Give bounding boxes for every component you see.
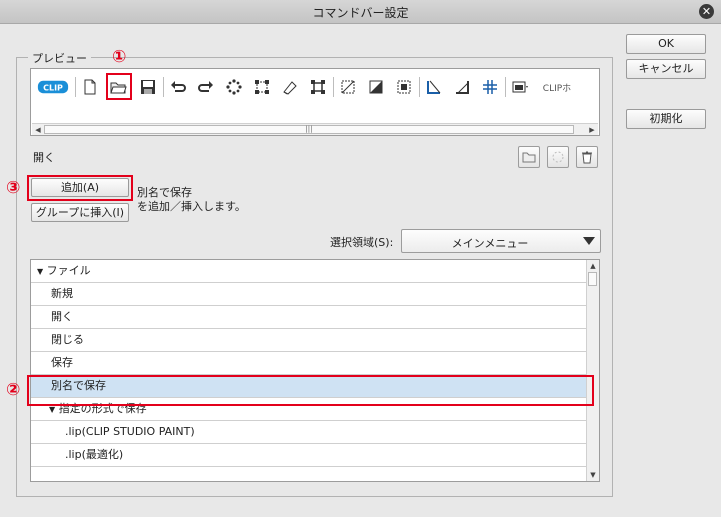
description-line-2: を追加／挿入します。 (137, 200, 246, 213)
command-tree: ▼ ファイル 新規 開く 閉じる 保存 別名で保存 ▼ 指定の形式で保存 .li… (30, 259, 600, 482)
window-title: コマンドバー設定 (312, 6, 409, 20)
new-file-icon[interactable] (79, 76, 101, 98)
highlight-box-1 (106, 73, 132, 100)
vertical-scrollbar[interactable]: ▲ ▼ (586, 260, 599, 481)
tree-row-close[interactable]: 閉じる (31, 329, 588, 352)
scroll-up-icon[interactable]: ▲ (587, 260, 599, 272)
select-area-label: 選択領域(S): (330, 236, 394, 249)
cancel-button[interactable]: キャンセル (626, 59, 706, 79)
scroll-right-icon[interactable]: ▶ (586, 124, 598, 135)
ok-button[interactable]: OK (626, 34, 706, 54)
tree-row-save[interactable]: 保存 (31, 352, 588, 375)
preview-legend: プレビュー (28, 50, 91, 66)
expand-arrow-icon[interactable]: ▼ (37, 267, 43, 276)
scroll-down-icon[interactable]: ▼ (587, 469, 599, 481)
clear-icon[interactable] (279, 76, 301, 98)
scroll-thumb[interactable]: ||| (44, 125, 574, 134)
title-bar: コマンドバー設定 ✕ (0, 0, 721, 24)
highlight-box-3 (27, 175, 133, 201)
select-icon[interactable] (337, 76, 359, 98)
insert-group-button[interactable]: グループに挿入(I) (31, 203, 129, 222)
tree-row-open[interactable]: 開く (31, 306, 588, 329)
redo-icon[interactable] (195, 76, 217, 98)
sparkle-icon (552, 151, 564, 163)
transform-icon[interactable] (251, 76, 273, 98)
dropdown-icon[interactable] (509, 76, 531, 98)
delete-button[interactable] (576, 146, 598, 168)
description-line-1: 別名で保存 (137, 186, 192, 199)
invert-icon[interactable] (365, 76, 387, 98)
save-icon[interactable] (137, 76, 159, 98)
clip-logo-icon[interactable]: CLIP (35, 76, 71, 98)
toolbar-separator (75, 77, 76, 97)
snap-icon[interactable] (451, 76, 473, 98)
open-folder-button[interactable] (518, 146, 540, 168)
marker-2: ② (6, 380, 21, 400)
tree-row-new[interactable]: 新規 (31, 283, 588, 306)
select-area-value: メインメニュー (451, 237, 529, 250)
grid-icon[interactable] (393, 76, 415, 98)
undo-icon[interactable] (167, 76, 189, 98)
open-folder-icon (522, 152, 536, 163)
toolbar-separator (419, 77, 420, 97)
close-icon[interactable]: ✕ (699, 4, 714, 19)
add-button-disabled[interactable] (547, 146, 569, 168)
ruler-icon[interactable] (423, 76, 445, 98)
tree-row-lip[interactable]: .lip(CLIP STUDIO PAINT) (31, 421, 588, 444)
scroll-left-icon[interactable]: ◀ (32, 124, 44, 135)
toolbar-separator (505, 77, 506, 97)
trash-icon (582, 151, 592, 164)
marker-3: ③ (6, 178, 21, 198)
tree-row-file[interactable]: ▼ ファイル (31, 260, 588, 283)
scroll-thumb[interactable] (588, 272, 597, 286)
description-text: 別名で保存 を追加／挿入します。 (137, 186, 246, 214)
svg-text:CLIP: CLIP (43, 84, 63, 93)
selected-command-label: 開く (33, 151, 55, 164)
expand-arrow-icon[interactable]: ▼ (49, 405, 55, 414)
toolbar-separator (163, 77, 164, 97)
reset-button[interactable]: 初期化 (626, 109, 706, 129)
toolbar-separator (333, 77, 334, 97)
marker-1: ① (112, 47, 127, 67)
horizontal-scrollbar[interactable]: ◀ ||| ▶ (32, 123, 598, 135)
layer-icon[interactable] (479, 76, 501, 98)
delete-icon[interactable] (223, 76, 245, 98)
chevron-down-icon (583, 237, 595, 245)
rotate-icon[interactable] (307, 76, 329, 98)
highlight-box-2 (27, 375, 594, 406)
clip-text-icon[interactable]: CLIPホ (541, 76, 573, 98)
tree-row-lip-optimized[interactable]: .lip(最適化) (31, 444, 588, 467)
select-area-dropdown[interactable]: メインメニュー (401, 229, 601, 253)
